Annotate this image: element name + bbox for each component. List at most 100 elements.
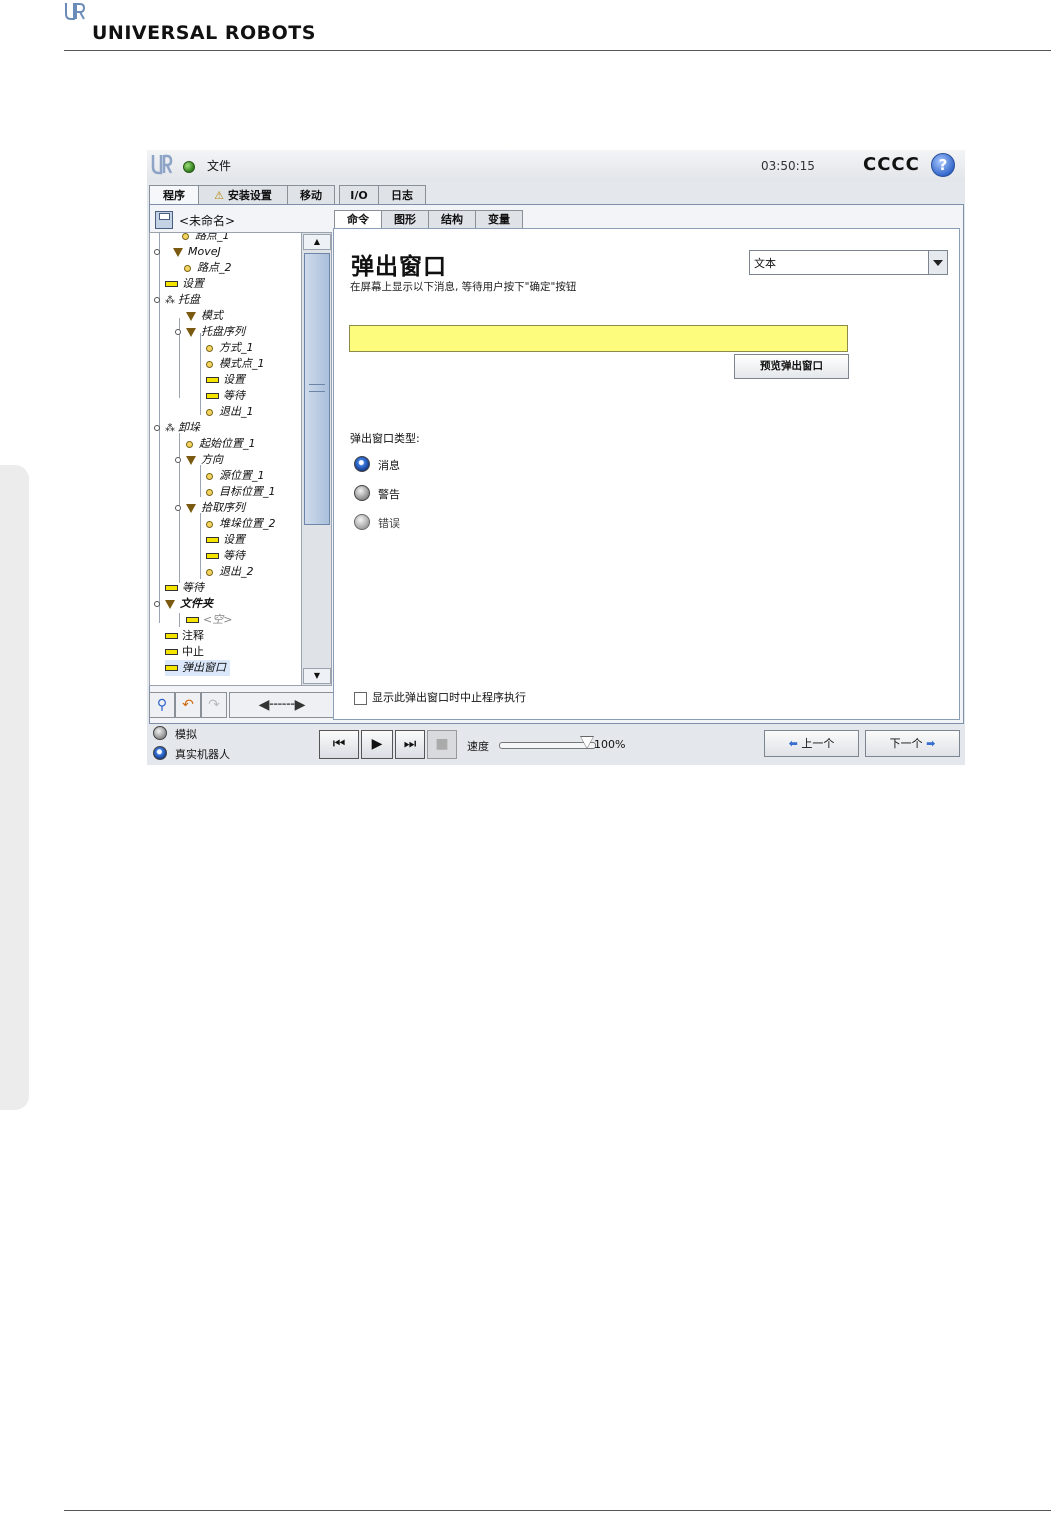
robot-name: CCCC xyxy=(863,154,920,175)
tab-structure[interactable]: 结构 xyxy=(428,210,476,228)
search-icon[interactable]: ⚲ xyxy=(149,692,175,718)
tree-node[interactable]: 退出_2 xyxy=(206,564,254,580)
radio-message-label: 消息 xyxy=(378,459,400,472)
tree-node[interactable]: 方式_1 xyxy=(206,340,254,356)
ur-logo-icon xyxy=(151,154,173,175)
program-tree[interactable]: 路点_1 MoveJ 路点_2 设置 ⁂ 托盘 模式 托盘序列 方式_1 模式点_… xyxy=(149,232,303,686)
previous-button-label: 上一个 xyxy=(801,737,835,750)
save-icon[interactable] xyxy=(155,211,173,229)
brand-name: UNIVERSAL ROBOTS xyxy=(92,22,316,44)
tree-node[interactable]: 注释 xyxy=(165,628,204,644)
radio-warning[interactable] xyxy=(354,485,370,501)
arrow-right-icon: ➡ xyxy=(926,737,936,750)
tab-log[interactable]: 日志 xyxy=(378,185,426,205)
tree-toolbar: ⚲ ↶ ↷ ◀╌╌╌▶ xyxy=(149,692,335,718)
bottom-bar: 模拟 真实机器人 ⏮ ▶ ⏭ ■ 速度 100% ⬅ 上一个 下一个 ➡ xyxy=(147,725,965,765)
description: 在屏幕上显示以下消息, 等待用户按下"确定"按钮 xyxy=(350,281,577,293)
help-icon[interactable]: ? xyxy=(931,153,955,177)
select-value: 文本 xyxy=(754,257,776,270)
radio-message[interactable] xyxy=(354,456,370,472)
tree-node[interactable]: 托盘序列 xyxy=(175,324,245,340)
tree-node[interactable]: 路点_2 xyxy=(184,260,232,276)
tree-node[interactable]: MoveJ xyxy=(154,244,221,260)
tab-installation[interactable]: ⚠ 安装设置 xyxy=(198,185,288,205)
polyscope-window: 文件 03:50:15 CCCC ? 程序 ⚠ 安装设置 移动 I/O 日志 <… xyxy=(147,150,965,765)
redo-icon[interactable]: ↷ xyxy=(201,692,227,718)
message-input[interactable] xyxy=(349,325,848,352)
scroll-up-icon[interactable]: ▲ xyxy=(303,234,331,250)
popup-type-label: 弹出窗口类型: xyxy=(350,432,420,445)
tree-node[interactable]: <空> xyxy=(186,612,232,628)
tree-node[interactable]: 中止 xyxy=(165,644,204,660)
tree-node[interactable]: 等待 xyxy=(206,388,245,404)
move-node-icon[interactable]: ◀╌╌╌▶ xyxy=(229,692,335,718)
tab-variables[interactable]: 变量 xyxy=(475,210,523,228)
speed-slider-thumb[interactable] xyxy=(580,736,594,749)
tree-node[interactable]: 方向 xyxy=(175,452,223,468)
tree-node[interactable]: 等待 xyxy=(206,548,245,564)
step-button[interactable]: ⏭ xyxy=(395,730,425,759)
tree-node[interactable]: 退出_1 xyxy=(206,404,254,420)
tree-node[interactable]: 设置 xyxy=(165,276,204,292)
ur-logo-icon xyxy=(65,3,86,20)
chevron-down-icon[interactable] xyxy=(928,251,947,274)
clock: 03:50:15 xyxy=(761,159,815,173)
side-thumb-tab xyxy=(0,465,29,1110)
speed-value: 100% xyxy=(594,738,626,751)
halt-checkbox[interactable] xyxy=(354,692,367,705)
undo-icon[interactable]: ↶ xyxy=(175,692,201,718)
tab-io[interactable]: I/O xyxy=(339,185,379,205)
tree-node[interactable]: 路点_1 xyxy=(182,233,230,244)
footer-rule xyxy=(64,1510,1051,1511)
arrow-left-icon: ⬅ xyxy=(788,737,798,750)
tab-program[interactable]: 程序 xyxy=(149,185,199,206)
tree-node[interactable]: ⁂ 托盘 xyxy=(154,292,200,308)
play-button[interactable]: ▶ xyxy=(361,730,393,759)
next-button-label: 下一个 xyxy=(889,737,923,750)
preview-popup-button[interactable]: 预览弹出窗口 xyxy=(734,354,849,379)
tree-node[interactable]: 源位置_1 xyxy=(206,468,265,484)
popup-source-select[interactable]: 文本 xyxy=(749,250,948,275)
tree-node[interactable]: 目标位置_1 xyxy=(206,484,276,500)
tree-node[interactable]: 文件夹 xyxy=(154,596,213,612)
file-menu[interactable]: 文件 xyxy=(207,157,231,174)
tab-graphics[interactable]: 图形 xyxy=(381,210,429,228)
tree-node[interactable]: 等待 xyxy=(165,580,204,596)
tree-node[interactable]: 起始位置_1 xyxy=(186,436,256,452)
tree-node-selected[interactable]: 弹出窗口 xyxy=(165,660,230,676)
page-title: 弹出窗口 xyxy=(351,254,447,280)
tab-command[interactable]: 命令 xyxy=(334,210,382,229)
tab-move[interactable]: 移动 xyxy=(287,185,335,205)
halt-checkbox-label: 显示此弹出窗口时中止程序执行 xyxy=(372,691,526,704)
tree-node[interactable]: 设置 xyxy=(206,372,245,388)
tree-node[interactable]: 模式点_1 xyxy=(206,356,265,372)
scroll-down-icon[interactable]: ▼ xyxy=(303,668,331,684)
status-led-icon xyxy=(183,161,195,173)
tree-node[interactable]: 拾取序列 xyxy=(175,500,245,516)
tab-installation-label: 安装设置 xyxy=(227,189,272,202)
next-button[interactable]: 下一个 ➡ xyxy=(865,730,960,757)
radio-error[interactable] xyxy=(354,514,370,530)
program-name: <未命名> xyxy=(179,214,236,228)
tree-node[interactable]: 堆垛位置_2 xyxy=(206,516,276,532)
tree-node[interactable]: 设置 xyxy=(206,532,245,548)
radio-warning-label: 警告 xyxy=(378,488,400,501)
mode-simulation-label: 模拟 xyxy=(175,728,197,741)
stop-button[interactable]: ■ xyxy=(427,730,457,759)
tree-node[interactable]: ⁂ 卸垛 xyxy=(154,420,200,436)
previous-button[interactable]: ⬅ 上一个 xyxy=(764,730,859,757)
radio-real-robot[interactable] xyxy=(153,746,167,760)
mode-real-robot-label: 真实机器人 xyxy=(175,748,230,761)
header-rule xyxy=(64,50,1051,51)
title-bar: 文件 03:50:15 CCCC ? xyxy=(147,150,965,182)
warning-icon: ⚠ xyxy=(214,189,225,202)
radio-simulation[interactable] xyxy=(153,726,167,740)
program-header: <未命名> xyxy=(155,210,335,230)
scroll-thumb[interactable] xyxy=(304,253,330,525)
tree-node[interactable]: 模式 xyxy=(186,308,223,324)
speed-label: 速度 xyxy=(467,740,489,753)
tree-scrollbar[interactable]: ▲ ▼ xyxy=(301,232,332,686)
command-panel: 弹出窗口 在屏幕上显示以下消息, 等待用户按下"确定"按钮 文本 预览弹出窗口 … xyxy=(333,228,960,720)
rewind-button[interactable]: ⏮ xyxy=(319,730,359,759)
radio-error-label: 错误 xyxy=(378,517,400,530)
